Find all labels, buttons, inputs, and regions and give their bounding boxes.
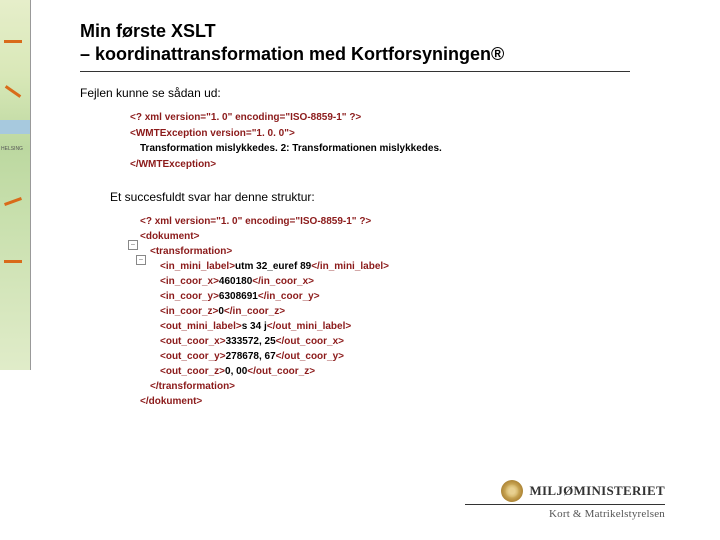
- tag-close: </out_mini_label>: [267, 321, 351, 332]
- wmt-close: </WMTException>: [130, 159, 216, 170]
- xml-element-line: <out_coor_z>0, 00</out_coor_z>: [140, 364, 630, 379]
- footer-logo: MILJØMINISTERIET Kort & Matrikelstyrelse…: [465, 480, 665, 520]
- dokument-open: <dokument>: [140, 231, 199, 242]
- tag-close: </in_coor_z>: [224, 306, 285, 317]
- tag-close: </in_mini_label>: [311, 261, 389, 272]
- logo-rule: [465, 504, 665, 505]
- xml-element-line: <out_coor_x>333572, 25</out_coor_x>: [140, 334, 630, 349]
- map-town-label: HELSING: [1, 146, 23, 152]
- error-intro: Fejlen kunne se sådan ud:: [80, 86, 630, 100]
- tag-close: </in_coor_y>: [258, 291, 320, 302]
- ministry-name: MILJØMINISTERIET: [529, 483, 665, 499]
- xml-element-line: <out_mini_label>s 34 j</out_mini_label>: [140, 319, 630, 334]
- tag-value: s 34 j: [242, 321, 267, 332]
- xml-element-line: <in_coor_y>6308691</in_coor_y>: [140, 289, 630, 304]
- success-xml-block: <? xml version="1. 0" encoding="ISO-8859…: [140, 214, 630, 409]
- tag-open: <out_mini_label>: [160, 321, 242, 332]
- xml-decl: <? xml version="1. 0" encoding="ISO-8859…: [130, 112, 361, 123]
- wmt-text: Transformation mislykkedes. 2: Transform…: [140, 143, 442, 154]
- fold-icon: –: [128, 240, 138, 250]
- wmt-open: <WMTException version="1. 0. 0">: [130, 128, 295, 139]
- xml-element-line: <in_mini_label>utm 32_euref 89</in_mini_…: [140, 259, 630, 274]
- tag-open: <in_coor_z>: [160, 306, 218, 317]
- error-xml-block: <? xml version="1. 0" encoding="ISO-8859…: [130, 110, 630, 172]
- tag-close: </out_coor_x>: [276, 336, 344, 347]
- xml-element-line: <in_coor_z>0</in_coor_z>: [140, 304, 630, 319]
- xml-element-line: <in_coor_x>460180</in_coor_x>: [140, 274, 630, 289]
- tag-close: </out_coor_z>: [247, 366, 315, 377]
- slide-title: Min første XSLT – koordinattransformatio…: [80, 20, 630, 65]
- tag-value: 460180: [219, 276, 252, 287]
- tag-value: 333572, 25: [226, 336, 276, 347]
- tag-close: </out_coor_y>: [276, 351, 344, 362]
- tag-open: <in_coor_x>: [160, 276, 219, 287]
- fold-icon: –: [136, 255, 146, 265]
- tag-open: <out_coor_y>: [160, 351, 226, 362]
- tag-value: utm 32_euref 89: [235, 261, 311, 272]
- crown-icon: [501, 480, 523, 502]
- tag-close: </in_coor_x>: [252, 276, 314, 287]
- success-intro: Et succesfuldt svar har denne struktur:: [110, 190, 630, 204]
- xml-element-line: <out_coor_y>278678, 67</out_coor_y>: [140, 349, 630, 364]
- title-rule: [80, 71, 630, 72]
- transformation-close: </transformation>: [150, 381, 235, 392]
- tag-value: 278678, 67: [226, 351, 276, 362]
- map-strip: HELSING: [0, 0, 31, 370]
- tag-open: <out_coor_x>: [160, 336, 226, 347]
- tag-value: 0, 00: [225, 366, 247, 377]
- title-line-1: Min første XSLT: [80, 21, 216, 41]
- tag-value: 6308691: [219, 291, 258, 302]
- xml-decl-2: <? xml version="1. 0" encoding="ISO-8859…: [140, 216, 371, 227]
- tag-open: <out_coor_z>: [160, 366, 225, 377]
- dokument-close: </dokument>: [140, 396, 202, 407]
- transformation-open: <transformation>: [150, 246, 232, 257]
- tag-open: <in_mini_label>: [160, 261, 235, 272]
- title-line-2: – koordinattransformation med Kortforsyn…: [80, 44, 504, 64]
- slide-content: Min første XSLT – koordinattransformatio…: [80, 20, 630, 409]
- tag-open: <in_coor_y>: [160, 291, 219, 302]
- agency-name: Kort & Matrikelstyrelsen: [465, 508, 665, 520]
